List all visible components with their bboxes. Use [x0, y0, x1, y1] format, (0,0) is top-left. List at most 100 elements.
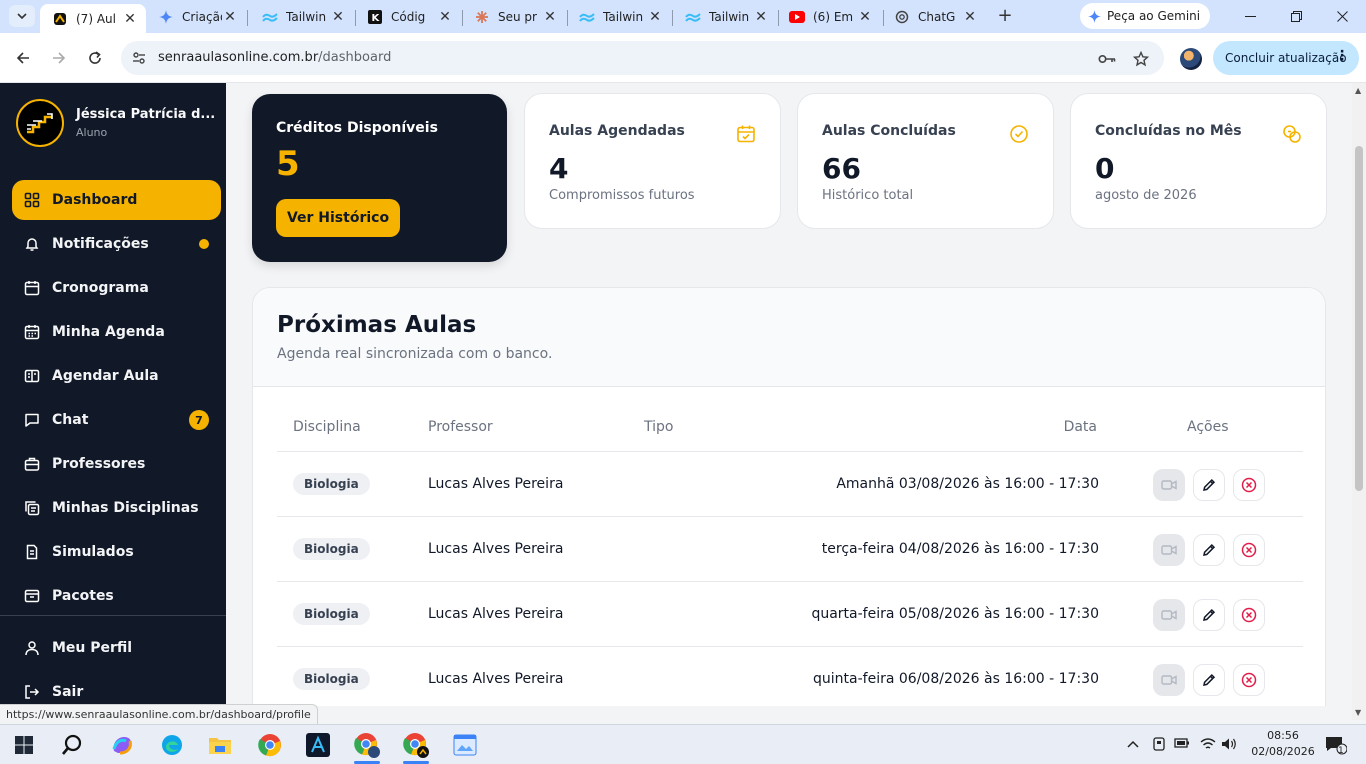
- stat-card-completed: Aulas Concluídas 66 Histórico total: [797, 93, 1054, 229]
- tray-device-icon[interactable]: [1152, 737, 1166, 755]
- x-circle-icon: [1241, 672, 1257, 688]
- search-button[interactable]: [58, 731, 86, 759]
- sidebar-item-minhas-disciplinas[interactable]: Minhas Disciplinas: [12, 488, 221, 528]
- minimize-button[interactable]: [1227, 0, 1273, 33]
- sidebar-item-simulados[interactable]: Simulados: [12, 532, 221, 572]
- close-tab-icon[interactable]: ✕: [437, 9, 453, 25]
- chrome-profile-app-2[interactable]: [402, 731, 430, 759]
- close-window-button[interactable]: [1319, 0, 1365, 33]
- sidebar-item-professores[interactable]: Professores: [12, 444, 221, 484]
- chrome-profile-app[interactable]: [353, 731, 381, 759]
- column-header-teacher[interactable]: Professor: [428, 419, 493, 435]
- sidebar-item-dashboard[interactable]: Dashboard: [12, 180, 221, 220]
- column-header-discipline[interactable]: Disciplina: [293, 419, 361, 435]
- forward-button[interactable]: [48, 47, 70, 69]
- browser-tab[interactable]: Seu pr ✕: [462, 4, 566, 29]
- join-video-button[interactable]: [1153, 469, 1185, 501]
- join-video-button[interactable]: [1153, 534, 1185, 566]
- close-tab-icon[interactable]: ✕: [542, 9, 558, 25]
- stat-card-month: Concluídas no Mês 0 agosto de 2026: [1070, 93, 1327, 229]
- scroll-up-icon[interactable]: ▲: [1355, 86, 1361, 95]
- site-settings-icon[interactable]: [131, 50, 147, 66]
- password-key-icon[interactable]: [1098, 50, 1116, 68]
- browser-tab[interactable]: Tailwin ✕: [250, 4, 354, 29]
- column-header-type[interactable]: Tipo: [644, 419, 673, 435]
- url-host: senraaulasonline.com.br: [158, 50, 319, 65]
- tab-search-button[interactable]: [9, 5, 35, 27]
- sidebar-item-chat[interactable]: Chat 7: [12, 400, 221, 440]
- edit-lesson-button[interactable]: [1193, 469, 1225, 501]
- join-video-button[interactable]: [1153, 664, 1185, 696]
- browser-tab[interactable]: Criação ✕: [146, 4, 246, 29]
- video-camera-icon: [1161, 545, 1177, 555]
- wifi-icon[interactable]: [1200, 737, 1216, 755]
- back-button[interactable]: [12, 47, 34, 69]
- calendar-check-icon: [737, 125, 755, 143]
- scroll-down-icon[interactable]: ▼: [1355, 708, 1361, 717]
- edit-lesson-button[interactable]: [1193, 599, 1225, 631]
- sidebar-item-meu-perfil[interactable]: Meu Perfil: [12, 628, 221, 668]
- edit-lesson-button[interactable]: [1193, 534, 1225, 566]
- start-button[interactable]: [10, 731, 38, 759]
- sidebar: Jéssica Patrícia d... Aluno Dashboard No…: [0, 83, 226, 706]
- restore-button[interactable]: [1273, 0, 1319, 33]
- chrome-app[interactable]: [256, 731, 284, 759]
- pencil-icon: [1203, 543, 1216, 556]
- paint-app[interactable]: [451, 731, 479, 759]
- copilot-app[interactable]: [108, 731, 136, 759]
- edge-app[interactable]: [158, 731, 186, 759]
- sidebar-item-pacotes[interactable]: Pacotes: [12, 576, 221, 616]
- browser-tab[interactable]: Tailwin ✕: [567, 4, 671, 29]
- profile-avatar[interactable]: [1180, 48, 1202, 70]
- edit-lesson-button[interactable]: [1193, 664, 1225, 696]
- url-text[interactable]: senraaulasonline.com.br/dashboard: [158, 50, 391, 65]
- page-scrollbar[interactable]: ▲ ▼: [1352, 83, 1366, 720]
- browser-tab[interactable]: (6) Em ✕: [777, 4, 881, 29]
- cancel-lesson-button[interactable]: [1233, 534, 1265, 566]
- sidebar-item-minha-agenda[interactable]: Minha Agenda: [12, 312, 221, 352]
- browser-tab-active[interactable]: (7) Aul ✕: [40, 4, 146, 33]
- browser-tab[interactable]: Tailwin ✕: [673, 4, 777, 29]
- address-bar[interactable]: senraaulasonline.com.br/dashboard: [121, 41, 1164, 75]
- discipline-badge: Biologia: [293, 668, 370, 690]
- tab-title: Criação: [182, 9, 222, 24]
- reload-button[interactable]: [84, 47, 106, 69]
- tray-chevron-up-icon[interactable]: [1127, 737, 1139, 752]
- scrollbar-thumb[interactable]: [1355, 146, 1363, 491]
- sidebar-item-notificacoes[interactable]: Notificações: [12, 224, 221, 264]
- close-tab-icon[interactable]: ✕: [222, 9, 238, 25]
- claude-icon: [474, 9, 490, 25]
- update-browser-button[interactable]: Concluir atualização ⋮: [1213, 41, 1359, 75]
- cancel-lesson-button[interactable]: [1233, 469, 1265, 501]
- new-tab-button[interactable]: +: [995, 6, 1015, 26]
- join-video-button[interactable]: [1153, 599, 1185, 631]
- close-tab-icon[interactable]: ✕: [962, 9, 978, 25]
- close-tab-icon[interactable]: ✕: [330, 9, 346, 25]
- close-tab-icon[interactable]: ✕: [753, 9, 769, 25]
- sidebar-item-cronograma[interactable]: Cronograma: [12, 268, 221, 308]
- browser-tab[interactable]: ChatG ✕: [882, 4, 986, 29]
- bookmark-star-icon[interactable]: [1132, 50, 1150, 68]
- sidebar-item-label: Minha Agenda: [52, 324, 165, 340]
- column-header-date[interactable]: Data: [1064, 419, 1097, 435]
- browser-tab[interactable]: K Códig ✕: [355, 4, 461, 29]
- stat-title: Aulas Concluídas: [822, 123, 956, 139]
- cancel-lesson-button[interactable]: [1233, 599, 1265, 631]
- credits-value: 5: [276, 144, 300, 184]
- gemini-icon: [1088, 9, 1101, 23]
- view-history-button[interactable]: Ver Histórico: [276, 199, 400, 237]
- system-clock[interactable]: 08:56 02/08/2026: [1244, 728, 1322, 760]
- menu-dots-icon[interactable]: ⋮: [1335, 48, 1349, 64]
- teacher-name: Lucas Alves Pereira: [428, 541, 564, 557]
- volume-icon[interactable]: [1221, 737, 1237, 755]
- close-tab-icon[interactable]: ✕: [857, 9, 873, 25]
- cancel-lesson-button[interactable]: [1233, 664, 1265, 696]
- close-tab-icon[interactable]: ✕: [122, 11, 138, 27]
- close-tab-icon[interactable]: ✕: [647, 9, 663, 25]
- battery-icon[interactable]: [1174, 737, 1190, 753]
- app-a-icon-button[interactable]: [304, 731, 332, 759]
- tailwind-icon: [262, 9, 278, 25]
- ask-gemini-button[interactable]: Peça ao Gemini: [1080, 3, 1210, 29]
- sidebar-item-agendar-aula[interactable]: Agendar Aula: [12, 356, 221, 396]
- file-explorer-app[interactable]: [206, 731, 234, 759]
